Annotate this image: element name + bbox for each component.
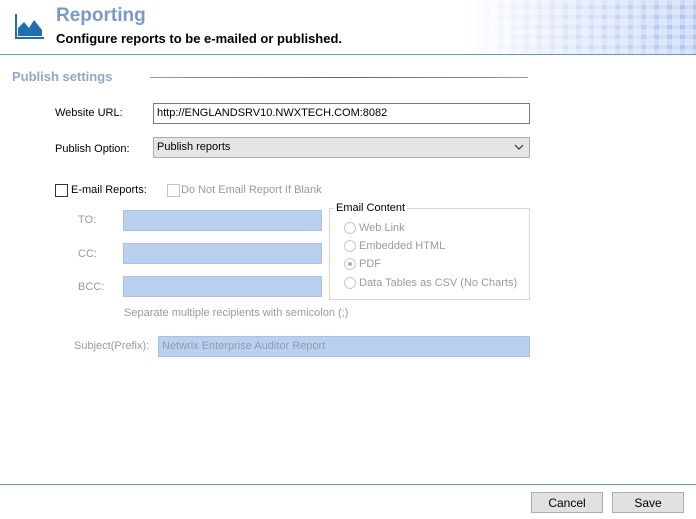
footer-divider — [0, 484, 696, 485]
header-divider — [0, 54, 696, 55]
website-url-label: Website URL: — [55, 107, 123, 119]
do-not-email-blank-label[interactable]: Do Not Email Report If Blank — [181, 184, 322, 196]
section-title-publish-settings: Publish settings — [12, 69, 113, 84]
publish-option-label: Publish Option: — [55, 143, 130, 155]
header-banner: Reporting Configure reports to be e-mail… — [0, 0, 696, 55]
web-link-radio[interactable] — [344, 222, 356, 234]
subject-label: Subject(Prefix): — [74, 340, 150, 352]
section-divider — [150, 77, 528, 78]
publish-option-select[interactable]: Publish reports — [153, 137, 530, 158]
embedded-html-label[interactable]: Embedded HTML — [359, 240, 445, 252]
csv-radio[interactable] — [344, 277, 356, 289]
website-url-input[interactable]: http://ENGLANDSRV10.NWXTECH.COM:8082 — [153, 103, 530, 124]
save-button[interactable]: Save — [612, 492, 684, 513]
web-link-label[interactable]: Web Link — [359, 222, 405, 234]
email-reports-checkbox[interactable] — [55, 184, 68, 197]
chart-area-icon — [15, 14, 44, 39]
cc-input[interactable] — [123, 243, 322, 264]
subject-input[interactable]: Netwrix Enterprise Auditor Report — [158, 336, 530, 357]
email-content-group-title: Email Content — [334, 202, 408, 214]
cancel-button[interactable]: Cancel — [531, 492, 603, 513]
pdf-radio[interactable] — [344, 258, 356, 270]
bcc-label: BCC: — [78, 281, 105, 293]
recipients-hint: Separate multiple recipients with semico… — [124, 307, 349, 319]
embedded-html-radio[interactable] — [344, 240, 356, 252]
page-subtitle: Configure reports to be e-mailed or publ… — [56, 31, 343, 46]
cc-label: CC: — [78, 248, 97, 260]
header-grid-decoration — [490, 0, 696, 55]
chevron-down-icon — [514, 144, 524, 150]
to-input[interactable] — [123, 210, 322, 231]
page-title: Reporting — [56, 5, 146, 26]
to-label: TO: — [78, 214, 97, 226]
bcc-input[interactable] — [123, 276, 322, 297]
do-not-email-blank-checkbox[interactable] — [167, 184, 180, 197]
csv-label[interactable]: Data Tables as CSV (No Charts) — [359, 277, 517, 289]
pdf-label[interactable]: PDF — [359, 258, 381, 270]
email-reports-label[interactable]: E-mail Reports: — [71, 184, 147, 196]
publish-option-value: Publish reports — [157, 141, 231, 153]
